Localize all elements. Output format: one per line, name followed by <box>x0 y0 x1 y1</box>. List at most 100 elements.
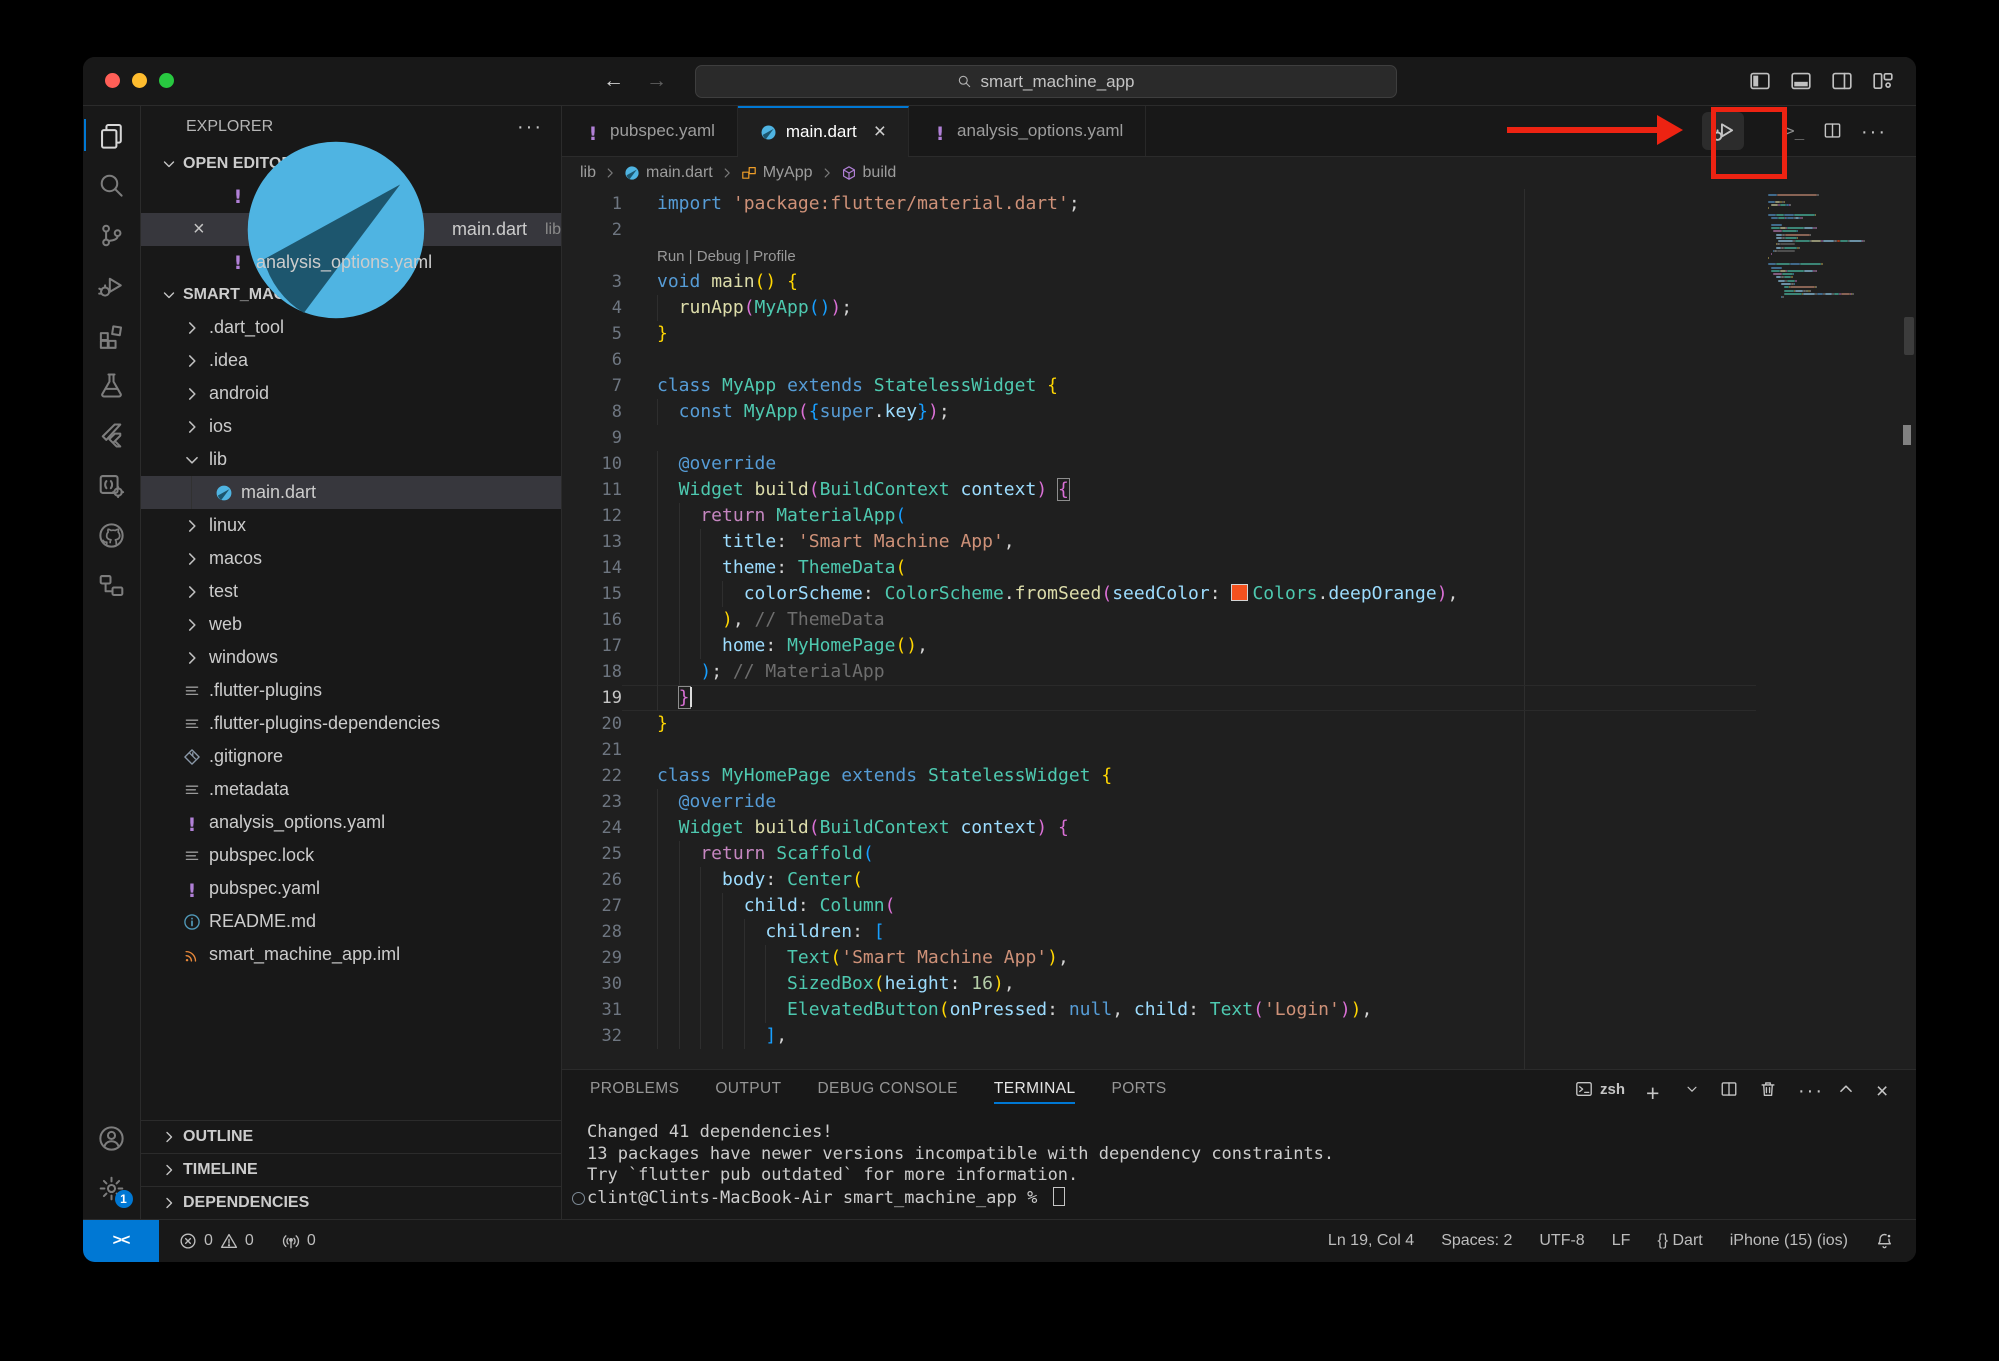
panel-tab-terminal[interactable]: TERMINAL <box>994 1070 1076 1108</box>
close-tab-icon[interactable]: × <box>874 120 886 144</box>
tree-item-.dart_tool[interactable]: .dart_tool <box>141 311 561 344</box>
remote-indicator[interactable]: >< <box>83 1220 159 1262</box>
activity-settings[interactable]: 1 <box>84 1163 140 1213</box>
status-eol[interactable]: LF <box>1612 1232 1631 1250</box>
tab-pubspec.yaml[interactable]: !pubspec.yaml <box>562 106 738 156</box>
more-button[interactable]: ··· <box>1798 1080 1816 1098</box>
zoom-button[interactable] <box>159 73 174 88</box>
code-line-7: 7class MyApp extends StatelessWidget { <box>562 373 1756 399</box>
launch-profile-button[interactable] <box>1685 1082 1699 1096</box>
terminal[interactable]: Changed 41 dependencies!13 packages have… <box>562 1108 1916 1209</box>
notifications-bell-icon[interactable] <box>1875 1232 1894 1251</box>
navigate-forward-icon[interactable]: → <box>646 69 667 93</box>
navigate-back-icon[interactable]: ← <box>603 69 624 93</box>
panel-tab-debug-console[interactable]: DEBUG CONSOLE <box>817 1070 957 1108</box>
activity-explorer[interactable] <box>84 110 140 160</box>
panel-tab-problems[interactable]: PROBLEMS <box>590 1070 679 1108</box>
code-line-31: 31 ElevatedButton(onPressed: null, child… <box>562 997 1756 1023</box>
yaml-warning-icon: ! <box>183 814 201 832</box>
customize-layout-icon[interactable] <box>1872 70 1894 92</box>
tree-item-.idea[interactable]: .idea <box>141 344 561 377</box>
tree-item-analysis_options.yaml[interactable]: !analysis_options.yaml <box>141 806 561 839</box>
activity-github[interactable] <box>84 510 140 560</box>
more-actions-button[interactable]: ··· <box>1861 121 1880 140</box>
tab-main.dart[interactable]: main.dart× <box>738 106 909 156</box>
toggle-secondary-sidebar-icon[interactable] <box>1831 70 1853 92</box>
section-dependencies[interactable]: DEPENDENCIES <box>141 1186 561 1219</box>
tree-item-android[interactable]: android <box>141 377 561 410</box>
breadcrumb-item-build[interactable]: build <box>841 164 897 182</box>
terminal-prompt[interactable]: clint@Clints-MacBook-Air smart_machine_a… <box>587 1187 1916 1210</box>
tree-item-README.md[interactable]: README.md <box>141 905 561 938</box>
ports-status[interactable]: 0 <box>282 1232 316 1250</box>
close-panel-button[interactable]: × <box>1876 1080 1894 1098</box>
activity-search[interactable] <box>84 160 140 210</box>
status-indentation[interactable]: Spaces: 2 <box>1441 1232 1512 1250</box>
panel-tab-output[interactable]: OUTPUT <box>715 1070 781 1108</box>
line-number: 3 <box>562 269 622 295</box>
close-editor-icon[interactable]: × <box>193 218 205 241</box>
breadcrumb-item-lib[interactable]: lib <box>580 164 596 182</box>
tree-item-main.dart[interactable]: main.dart <box>141 476 561 509</box>
split-terminal-button[interactable] <box>1720 1080 1738 1098</box>
toggle-panel-icon[interactable] <box>1790 70 1812 92</box>
tree-item-windows[interactable]: windows <box>141 641 561 674</box>
tree-item-linux[interactable]: linux <box>141 509 561 542</box>
activity-extensions[interactable] <box>84 310 140 360</box>
section-timeline[interactable]: TIMELINE <box>141 1153 561 1186</box>
problems-status[interactable]: 0 0 <box>179 1232 254 1250</box>
chevron-right-icon <box>183 616 201 634</box>
open-terminal-button[interactable]: >_ <box>1785 121 1804 140</box>
close-button[interactable] <box>105 73 120 88</box>
status-cursor-position[interactable]: Ln 19, Col 4 <box>1328 1232 1414 1250</box>
explorer-more-actions-icon[interactable]: ··· <box>517 116 543 139</box>
activity-flutter[interactable] <box>84 410 140 460</box>
tree-item-test[interactable]: test <box>141 575 561 608</box>
activity-accounts[interactable] <box>84 1113 140 1163</box>
activity-testing[interactable] <box>84 360 140 410</box>
toggle-primary-sidebar-icon[interactable] <box>1749 70 1771 92</box>
line-number: 23 <box>562 789 622 815</box>
tree-item-.flutter-plugins[interactable]: .flutter-plugins <box>141 674 561 707</box>
tree-item-ios[interactable]: ios <box>141 410 561 443</box>
activity-run-and-debug[interactable] <box>84 260 140 310</box>
tab-analysis_options.yaml[interactable]: !analysis_options.yaml <box>909 106 1146 156</box>
tree-item-lib[interactable]: lib <box>141 443 561 476</box>
tree-item-smart_machine_app.iml[interactable]: smart_machine_app.iml <box>141 938 561 971</box>
tree-item-.flutter-plugins-dependencies[interactable]: .flutter-plugins-dependencies <box>141 707 561 740</box>
open-editor-main.dart[interactable]: ×main.dartlib <box>141 213 561 246</box>
code-editor[interactable]: 1import 'package:flutter/material.dart';… <box>562 189 1916 1069</box>
line-number: 5 <box>562 321 622 347</box>
minimize-button[interactable] <box>132 73 147 88</box>
split-editor-icon <box>1823 121 1842 140</box>
status-language-mode[interactable]: {} Dart <box>1657 1232 1702 1250</box>
activity-source-control[interactable] <box>84 210 140 260</box>
status-encoding[interactable]: UTF-8 <box>1539 1232 1584 1250</box>
command-center[interactable]: smart_machine_app <box>695 65 1397 98</box>
section-outline[interactable]: OUTLINE <box>141 1120 561 1153</box>
activity-dart-devtools[interactable] <box>84 460 140 510</box>
tree-item-pubspec.yaml[interactable]: !pubspec.yaml <box>141 872 561 905</box>
split-editor-button[interactable] <box>1823 121 1842 140</box>
yaml-warning-icon: ! <box>183 880 201 898</box>
terminal-shell-selector[interactable]: zsh <box>1575 1080 1625 1098</box>
status-device-target[interactable]: iPhone (15) (ios) <box>1730 1232 1848 1250</box>
minimap[interactable] <box>1768 194 1900 300</box>
tree-item-macos[interactable]: macos <box>141 542 561 575</box>
tree-item-.gitignore[interactable]: .gitignore <box>141 740 561 773</box>
code-line-8: 8 const MyApp({super.key}); <box>562 399 1756 425</box>
panel-tab-ports[interactable]: PORTS <box>1111 1070 1166 1108</box>
breadcrumb-item-main.dart[interactable]: main.dart <box>624 164 713 182</box>
kill-terminal-button[interactable] <box>1759 1080 1777 1098</box>
codelens-run-debug-profile[interactable]: Run | Debug | Profile <box>657 248 796 265</box>
maximize-panel-button[interactable] <box>1837 1080 1855 1098</box>
line-number: 4 <box>562 295 622 321</box>
tree-item-pubspec.lock[interactable]: pubspec.lock <box>141 839 561 872</box>
tree-item-.metadata[interactable]: .metadata <box>141 773 561 806</box>
editor-scrollbar[interactable] <box>1904 317 1914 355</box>
new-terminal-button[interactable]: + <box>1646 1080 1664 1098</box>
tree-item-web[interactable]: web <box>141 608 561 641</box>
activity-references[interactable] <box>84 560 140 610</box>
breadcrumb-item-MyApp[interactable]: MyApp <box>741 164 813 182</box>
open-editor-analysis_options.yaml[interactable]: !analysis_options.yaml <box>141 246 561 279</box>
